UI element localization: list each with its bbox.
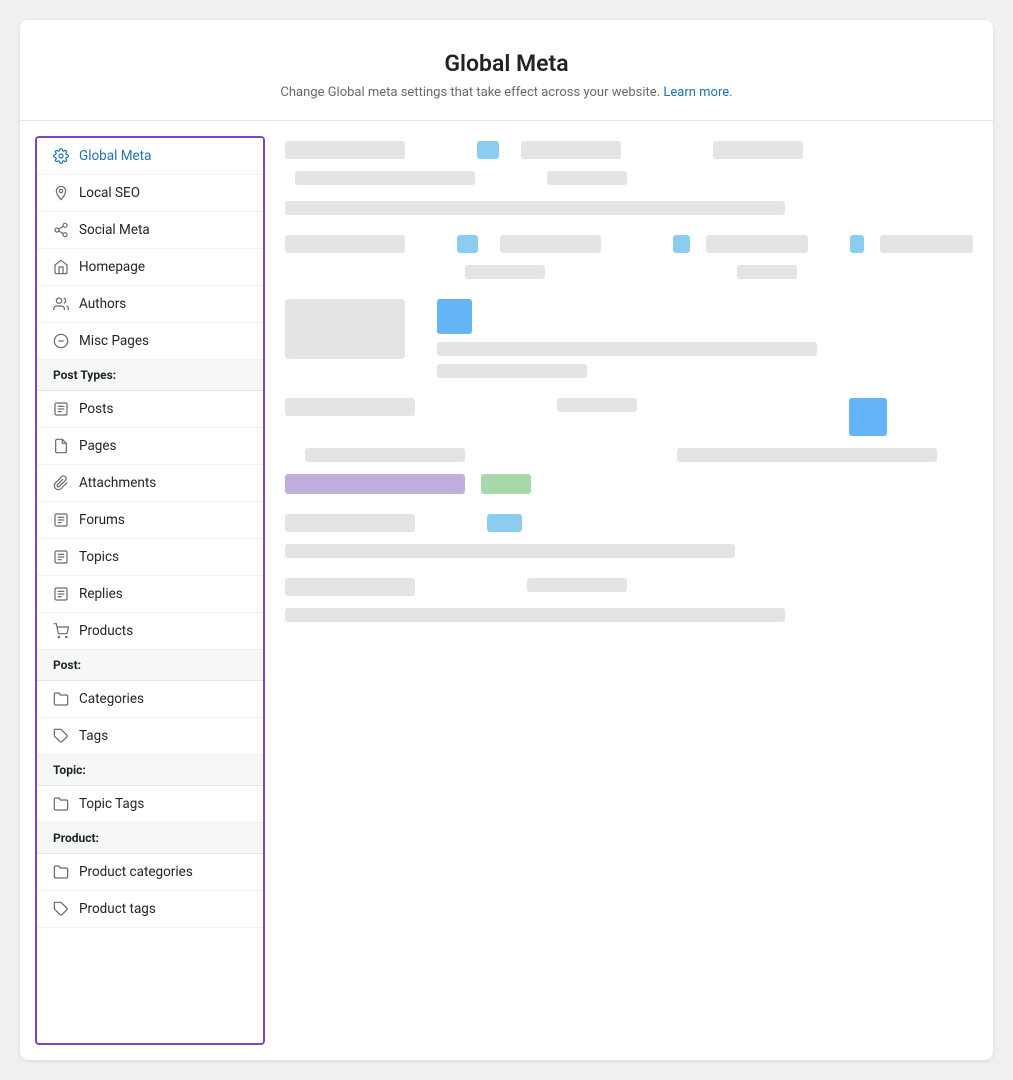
- sidebar-item-label: Misc Pages: [79, 333, 247, 349]
- sidebar-item-products[interactable]: Products: [37, 613, 263, 650]
- topic-folder-icon: [53, 796, 69, 812]
- content-block-6: [285, 578, 973, 622]
- sidebar-item-label: Posts: [79, 401, 247, 417]
- sidebar-item-local-seo[interactable]: Local SEO: [37, 175, 263, 212]
- sidebar-item-label: Attachments: [79, 475, 247, 491]
- post-section-header: Post:: [37, 650, 263, 681]
- sidebar-item-attachments[interactable]: Attachments: [37, 465, 263, 502]
- sidebar-item-label: Pages: [79, 438, 247, 454]
- sidebar-item-label: Topics: [79, 549, 247, 565]
- main-content-area: [265, 121, 993, 1060]
- forums-icon: [53, 512, 69, 528]
- content-block-2: [285, 235, 973, 279]
- sidebar-item-label: Product tags: [79, 901, 247, 917]
- sidebar-item-homepage[interactable]: Homepage: [37, 249, 263, 286]
- location-icon: [53, 185, 69, 201]
- sidebar-item-label: Products: [79, 623, 247, 639]
- sidebar-item-replies[interactable]: Replies: [37, 576, 263, 613]
- sidebar-item-product-categories[interactable]: Product categories: [37, 854, 263, 891]
- main-container: Global Meta Change Global meta settings …: [20, 20, 993, 1060]
- share-icon: [53, 222, 69, 238]
- content-block-5: [285, 514, 973, 558]
- cart-icon: [53, 623, 69, 639]
- product-tag-icon: [53, 901, 69, 917]
- product-section-header: Product:: [37, 823, 263, 854]
- content-block-3: [285, 299, 973, 378]
- attachment-icon: [53, 475, 69, 491]
- sidebar-item-label: Categories: [79, 691, 247, 707]
- sidebar: Global Meta Local SEO: [35, 136, 265, 1045]
- sidebar-item-label: Replies: [79, 586, 247, 602]
- content-block-4: [285, 398, 973, 494]
- sidebar-item-forums[interactable]: Forums: [37, 502, 263, 539]
- sidebar-item-label: Local SEO: [79, 185, 247, 201]
- sidebar-item-categories[interactable]: Categories: [37, 681, 263, 718]
- post-types-section-header: Post Types:: [37, 360, 263, 391]
- sidebar-item-misc-pages[interactable]: Misc Pages: [37, 323, 263, 360]
- sidebar-item-label: Tags: [79, 728, 247, 744]
- page-title: Global Meta: [40, 50, 973, 77]
- page-header: Global Meta Change Global meta settings …: [20, 20, 993, 121]
- sidebar-item-global-meta[interactable]: Global Meta: [37, 138, 263, 175]
- tag-icon: [53, 728, 69, 744]
- sidebar-item-tags[interactable]: Tags: [37, 718, 263, 755]
- users-icon: [53, 296, 69, 312]
- folder-icon: [53, 691, 69, 707]
- gear-icon: [53, 148, 69, 164]
- sidebar-item-topic-tags[interactable]: Topic Tags: [37, 786, 263, 823]
- circle-dash-icon: [53, 333, 69, 349]
- sidebar-item-authors[interactable]: Authors: [37, 286, 263, 323]
- learn-more-link[interactable]: Learn more: [663, 85, 729, 100]
- sidebar-item-social-meta[interactable]: Social Meta: [37, 212, 263, 249]
- sidebar-item-label: Global Meta: [79, 148, 247, 164]
- sidebar-item-label: Topic Tags: [79, 796, 247, 812]
- page-icon: [53, 438, 69, 454]
- content-block-1: [285, 141, 973, 215]
- product-folder-icon: [53, 864, 69, 880]
- home-icon: [53, 259, 69, 275]
- content-area: Global Meta Local SEO: [20, 121, 993, 1060]
- sidebar-item-topics[interactable]: Topics: [37, 539, 263, 576]
- replies-icon: [53, 586, 69, 602]
- doc-icon: [53, 401, 69, 417]
- sidebar-item-label: Authors: [79, 296, 247, 312]
- sidebar-item-label: Homepage: [79, 259, 247, 275]
- topics-icon: [53, 549, 69, 565]
- sidebar-item-label: Social Meta: [79, 222, 247, 238]
- sidebar-item-product-tags[interactable]: Product tags: [37, 891, 263, 928]
- sidebar-item-pages[interactable]: Pages: [37, 428, 263, 465]
- topic-section-header: Topic:: [37, 755, 263, 786]
- sidebar-item-label: Forums: [79, 512, 247, 528]
- sidebar-item-label: Product categories: [79, 864, 247, 880]
- sidebar-item-posts[interactable]: Posts: [37, 391, 263, 428]
- page-subtitle: Change Global meta settings that take ef…: [40, 85, 973, 100]
